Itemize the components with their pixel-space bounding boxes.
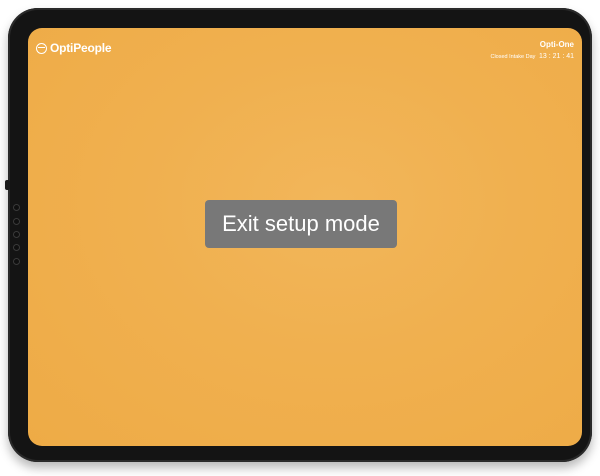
exit-setup-mode-button[interactable]: Exit setup mode <box>205 200 397 248</box>
tablet-camera-dot <box>13 204 20 211</box>
tablet-sensor-dot <box>13 231 20 238</box>
status-panel: Opti-One Closed Intake Day 13 : 21 : 41 <box>490 40 574 60</box>
tablet-sensor-dot <box>13 258 20 265</box>
tablet-frame: OptiPeople Opti-One Closed Intake Day 13… <box>5 8 592 462</box>
device-name: Opti-One <box>539 40 574 49</box>
tablet-sensor-dot <box>13 244 20 251</box>
status-subtitle: Closed Intake Day <box>490 54 536 60</box>
status-line: Closed Intake Day 13 : 21 : 41 <box>490 53 574 60</box>
brand-name: OptiPeople <box>50 41 112 55</box>
tablet-sensor-dot <box>13 218 20 225</box>
app-screen: OptiPeople Opti-One Closed Intake Day 13… <box>28 28 582 446</box>
tablet-side-button-top <box>5 180 10 190</box>
optipeople-logo-icon <box>36 42 47 54</box>
clock-readout: 13 : 21 : 41 <box>538 53 574 60</box>
brand-logo: OptiPeople <box>36 41 112 55</box>
